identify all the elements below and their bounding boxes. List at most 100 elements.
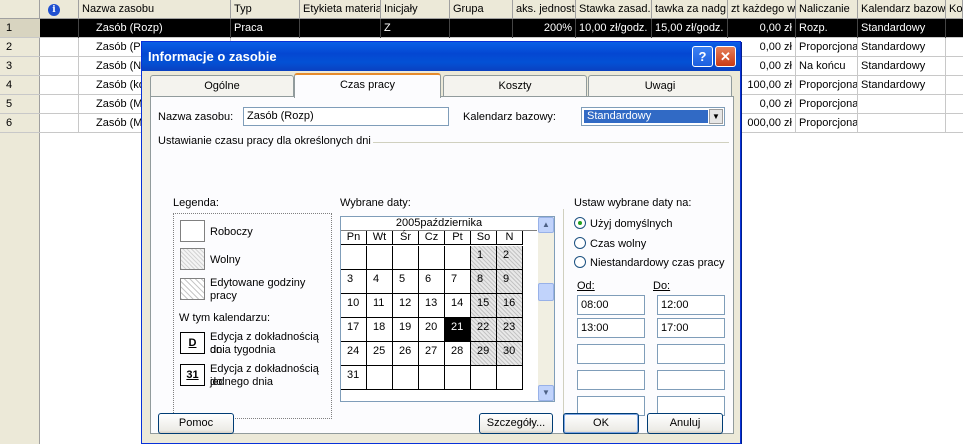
radio-nonworking-time[interactable] — [574, 237, 586, 249]
tab-notes[interactable]: Uwagi — [588, 75, 732, 97]
column-header-ovt-rate[interactable]: tawka za nadg — [652, 0, 728, 19]
base-calendar-cell[interactable] — [858, 95, 946, 114]
help-icon[interactable]: ? — [692, 46, 713, 67]
calendar-day[interactable]: 5 — [393, 270, 419, 294]
details-button[interactable]: Szczegóły... — [479, 413, 553, 434]
max-units-cell[interactable]: 200% — [513, 19, 576, 38]
calendar-day[interactable]: 17 — [341, 318, 367, 342]
accrue-cell[interactable]: Proporcjona — [796, 114, 858, 133]
calendar-day[interactable]: 7 — [445, 270, 471, 294]
chevron-down-icon[interactable]: ▼ — [709, 109, 723, 124]
base-calendar-cell[interactable]: Standardowy — [858, 57, 946, 76]
row-number[interactable]: 2 — [0, 38, 40, 57]
base-calendar-cell[interactable]: Standardowy — [858, 38, 946, 57]
row-number[interactable]: 5 — [0, 95, 40, 114]
accrue-cell[interactable]: Proporcjona — [796, 38, 858, 57]
to-time-1[interactable]: 12:00 — [657, 295, 725, 315]
column-header-std-rate[interactable]: Stawka zasad. — [576, 0, 652, 19]
column-header-code[interactable]: Koo — [946, 0, 963, 19]
column-header-initials[interactable]: Inicjały — [381, 0, 450, 19]
dialog-titlebar[interactable]: Informacje o zasobie ? ✕ — [142, 42, 740, 71]
to-time-3[interactable] — [657, 344, 725, 364]
calendar-day[interactable]: 23 — [497, 318, 523, 342]
scroll-up-icon[interactable]: ▲ — [538, 217, 554, 233]
calendar-day[interactable]: 29 — [471, 342, 497, 366]
weekday-header[interactable]: N — [497, 231, 523, 245]
column-header-accrue[interactable]: Naliczanie — [796, 0, 858, 19]
accrue-cell[interactable]: Proporcjona — [796, 95, 858, 114]
calendar-day[interactable]: 10 — [341, 294, 367, 318]
calendar-day[interactable]: 3 — [341, 270, 367, 294]
weekday-header[interactable]: Śr — [393, 231, 419, 245]
help-button[interactable]: Pomoc — [158, 413, 234, 434]
scroll-thumb[interactable] — [538, 283, 554, 301]
base-calendar-cell[interactable]: Standardowy — [858, 76, 946, 95]
calendar-day[interactable]: 14 — [445, 294, 471, 318]
material-label-cell[interactable] — [300, 19, 381, 38]
calendar-day[interactable]: 18 — [367, 318, 393, 342]
calendar-grid[interactable]: 2005października ▲ ▼ Pn Wt Śr Cz Pt So N 1 2 3 4 5 6… — [340, 216, 555, 402]
weekday-header[interactable]: So — [471, 231, 497, 245]
base-calendar-cell[interactable]: Standardowy — [858, 19, 946, 38]
weekday-header[interactable]: Wt — [367, 231, 393, 245]
accrue-cell[interactable]: Proporcjona — [796, 76, 858, 95]
calendar-day[interactable]: 1 — [471, 246, 497, 270]
calendar-day[interactable]: 16 — [497, 294, 523, 318]
calendar-scrollbar[interactable]: ▲ ▼ — [538, 217, 554, 401]
row-number[interactable]: 6 — [0, 114, 40, 133]
column-header-group[interactable]: Grupa — [450, 0, 513, 19]
column-header-cost-per-use[interactable]: zt każdego w — [728, 0, 796, 19]
scroll-down-icon[interactable]: ▼ — [538, 385, 554, 401]
initials-cell[interactable]: Z — [381, 19, 450, 38]
column-header-type[interactable]: Typ — [231, 0, 300, 19]
base-calendar-cell[interactable] — [858, 114, 946, 133]
to-time-4[interactable] — [657, 370, 725, 390]
calendar-day[interactable]: 4 — [367, 270, 393, 294]
calendar-day[interactable]: 9 — [497, 270, 523, 294]
cancel-button[interactable]: Anuluj — [647, 413, 723, 434]
column-header-material-label[interactable]: Etykieta materia — [300, 0, 381, 19]
radio-use-default[interactable] — [574, 217, 586, 229]
weekday-header[interactable]: Cz — [419, 231, 445, 245]
from-time-2[interactable]: 13:00 — [577, 318, 645, 338]
option-use-default[interactable]: Użyj domyślnych — [574, 217, 673, 230]
tab-working-time[interactable]: Czas pracy — [294, 73, 441, 98]
indicator-column-header[interactable]: i — [40, 0, 79, 19]
base-calendar-select[interactable]: Standardowy ▼ — [581, 107, 725, 126]
calendar-day[interactable]: 31 — [341, 366, 367, 390]
column-header-max-units[interactable]: aks. jednost — [513, 0, 576, 19]
row-number[interactable]: 3 — [0, 57, 40, 76]
row-number[interactable]: 1 — [0, 19, 40, 38]
calendar-day[interactable]: 25 — [367, 342, 393, 366]
corner-cell[interactable] — [0, 0, 40, 19]
cost-per-use-cell[interactable]: 0,00 zł — [728, 19, 796, 38]
column-header-base-calendar[interactable]: Kalendarz bazow — [858, 0, 946, 19]
calendar-day[interactable]: 13 — [419, 294, 445, 318]
tab-general[interactable]: Ogólne — [150, 75, 294, 97]
option-custom-working-time[interactable]: Niestandardowy czas pracy — [574, 256, 725, 269]
calendar-day[interactable]: 15 — [471, 294, 497, 318]
to-time-2[interactable]: 17:00 — [657, 318, 725, 338]
column-header-name[interactable]: Nazwa zasobu — [79, 0, 231, 19]
radio-custom-working-time[interactable] — [574, 256, 586, 268]
calendar-day[interactable]: 12 — [393, 294, 419, 318]
calendar-day[interactable]: 28 — [445, 342, 471, 366]
calendar-day[interactable]: 8 — [471, 270, 497, 294]
option-nonworking-time[interactable]: Czas wolny — [574, 237, 646, 250]
calendar-day[interactable]: 11 — [367, 294, 393, 318]
weekday-header[interactable]: Pt — [445, 231, 471, 245]
from-time-1[interactable]: 08:00 — [577, 295, 645, 315]
calendar-day[interactable]: 27 — [419, 342, 445, 366]
resource-name-cell[interactable]: Zasób (Rozp) — [79, 19, 231, 38]
calendar-day[interactable]: 30 — [497, 342, 523, 366]
type-cell[interactable]: Praca — [231, 19, 300, 38]
tab-costs[interactable]: Koszty — [443, 75, 587, 97]
calendar-day[interactable]: 6 — [419, 270, 445, 294]
weekday-header[interactable]: Pn — [341, 231, 367, 245]
calendar-day[interactable]: 2 — [497, 246, 523, 270]
accrue-cell[interactable]: Rozp. — [796, 19, 858, 38]
table-row[interactable]: Zasób (Rozp) Praca Z 200% 10,00 zł/godz.… — [40, 19, 963, 38]
calendar-day[interactable]: 26 — [393, 342, 419, 366]
ovt-rate-cell[interactable]: 15,00 zł/godz. — [652, 19, 728, 38]
accrue-cell[interactable]: Na końcu — [796, 57, 858, 76]
